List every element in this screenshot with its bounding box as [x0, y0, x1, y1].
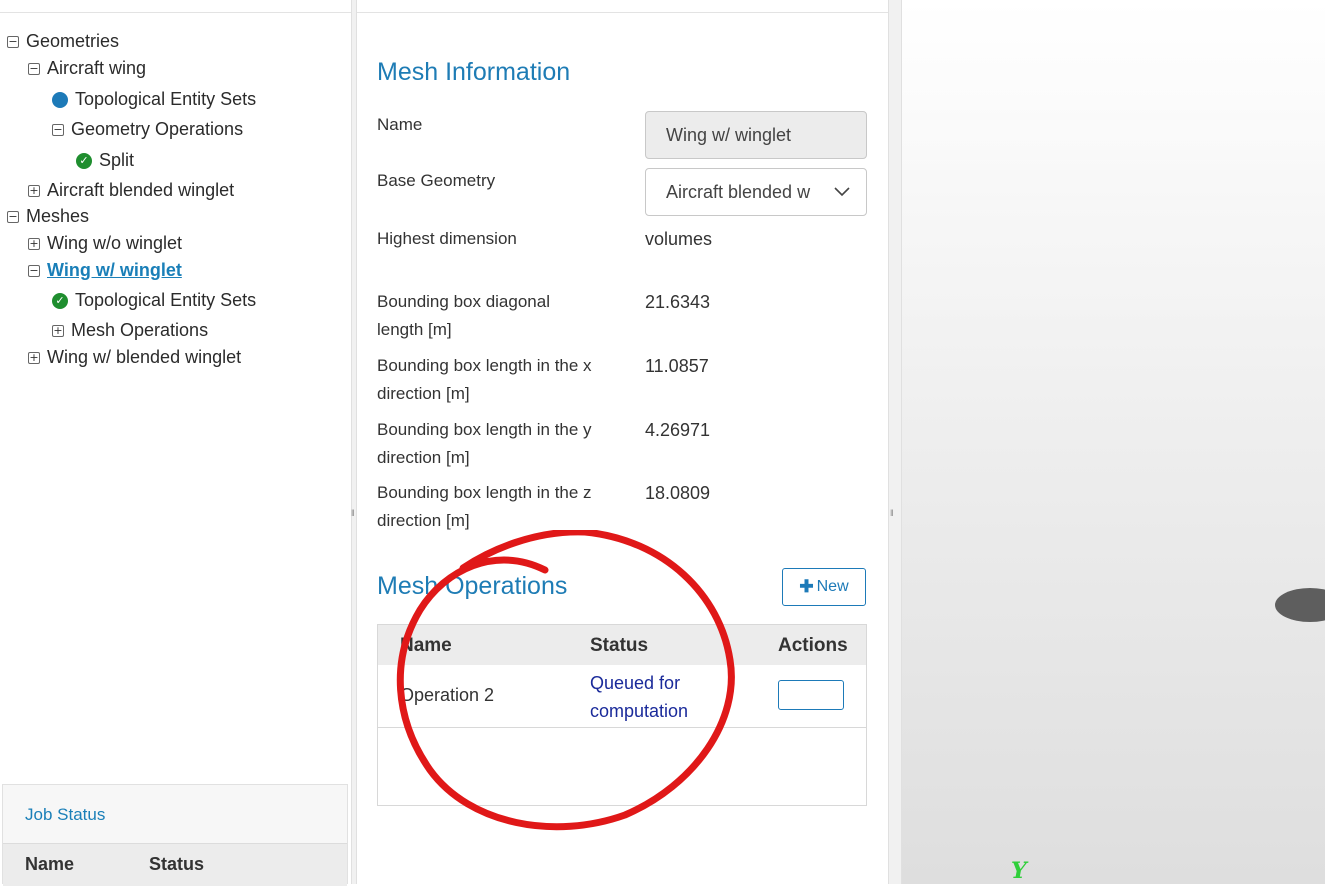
base-geometry-label: Base Geometry: [377, 171, 496, 190]
right-splitter[interactable]: [888, 0, 902, 884]
tree-item-aircraft-blended-winglet[interactable]: + Aircraft blended winglet: [28, 180, 234, 201]
table-row[interactable]: Operation 2 Queued for computation: [378, 665, 866, 728]
tree-item-mesh-topological-entity-sets[interactable]: ✓ Topological Entity Sets: [52, 290, 256, 311]
expand-icon[interactable]: +: [28, 351, 40, 364]
new-operation-button[interactable]: ✚ New: [782, 568, 866, 606]
mesh-information-title: Mesh Information: [377, 58, 571, 86]
job-col-name: Name: [25, 854, 75, 874]
tree-item-geometries[interactable]: − Geometries: [7, 31, 119, 52]
mid-top-divider: [357, 0, 888, 13]
tree-item-meshes[interactable]: − Meshes: [7, 206, 89, 227]
3d-viewport[interactable]: [902, 0, 1325, 884]
tree-item-split[interactable]: ✓ Split: [76, 150, 134, 171]
mesh-operations-title: Mesh Operations: [377, 572, 568, 600]
chevron-down-icon: [834, 187, 850, 197]
collapse-icon[interactable]: −: [28, 62, 40, 75]
splitter-grip-icon[interactable]: ǁ: [890, 508, 894, 518]
y-axis-label: Y: [1011, 858, 1027, 884]
tree-item-wing-w-blended-winglet[interactable]: + Wing w/ blended winglet: [28, 347, 241, 368]
expand-icon[interactable]: +: [52, 324, 64, 337]
mesh-operations-table: Name Status Actions Operation 2 Queued f…: [377, 624, 867, 806]
field-value: 11.0857: [645, 356, 709, 376]
tree-item-aircraft-wing[interactable]: − Aircraft wing: [28, 58, 146, 79]
collapse-icon[interactable]: −: [52, 123, 64, 136]
expand-icon[interactable]: +: [28, 184, 40, 197]
blue-dot-icon: [52, 91, 68, 108]
field-label: Bounding box length in the z direction […: [377, 483, 592, 530]
job-status-table-header: Name Status: [3, 843, 347, 886]
operation-status-link[interactable]: Queued for computation: [590, 669, 730, 725]
field-value: 4.26971: [645, 420, 711, 440]
job-col-status: Status: [149, 854, 205, 874]
field-value: 21.6343: [645, 292, 711, 312]
field-label: Bounding box length in the y direction […: [377, 420, 592, 467]
collapse-icon[interactable]: −: [7, 210, 19, 223]
plus-icon: ✚: [799, 577, 814, 596]
job-status-panel: Job Status Name Status: [2, 784, 348, 886]
job-status-title: Job Status: [25, 805, 106, 824]
check-circle-icon: ✓: [52, 292, 68, 309]
col-name: Name: [400, 635, 452, 656]
splitter-grip-icon[interactable]: ǁ: [351, 508, 355, 518]
left-top-divider: [0, 0, 351, 13]
tree-item-topological-entity-sets[interactable]: Topological Entity Sets: [52, 89, 256, 110]
action-button[interactable]: [778, 680, 844, 710]
collapse-icon[interactable]: −: [28, 264, 40, 277]
tree-item-wing-wo-winglet[interactable]: + Wing w/o winglet: [28, 233, 182, 254]
field-label: Highest dimension: [377, 229, 517, 248]
col-actions: Actions: [778, 635, 848, 656]
col-status: Status: [590, 635, 649, 656]
field-label: Bounding box diagonal length [m]: [377, 292, 550, 339]
check-circle-icon: ✓: [76, 152, 92, 169]
field-label: Bounding box length in the x direction […: [377, 356, 592, 403]
table-header: Name Status Actions: [378, 625, 866, 665]
tree-item-mesh-operations[interactable]: + Mesh Operations: [52, 320, 208, 341]
operation-name: Operation 2: [400, 685, 495, 705]
tree-item-geometry-operations[interactable]: − Geometry Operations: [52, 119, 243, 140]
tree-panel: − Geometries − Aircraft wing Topological…: [0, 0, 351, 886]
name-label: Name: [377, 115, 423, 134]
collapse-icon[interactable]: −: [7, 35, 19, 48]
expand-icon[interactable]: +: [28, 237, 40, 250]
mesh-detail-panel: Mesh Information Name Wing w/ winglet Ba…: [357, 0, 888, 884]
mesh-name-field[interactable]: Wing w/ winglet: [645, 111, 867, 159]
tree-item-wing-w-winglet[interactable]: − Wing w/ winglet: [28, 260, 182, 281]
field-value: volumes: [645, 229, 713, 249]
field-value: 18.0809: [645, 483, 711, 503]
base-geometry-select[interactable]: Aircraft blended w: [645, 168, 867, 216]
